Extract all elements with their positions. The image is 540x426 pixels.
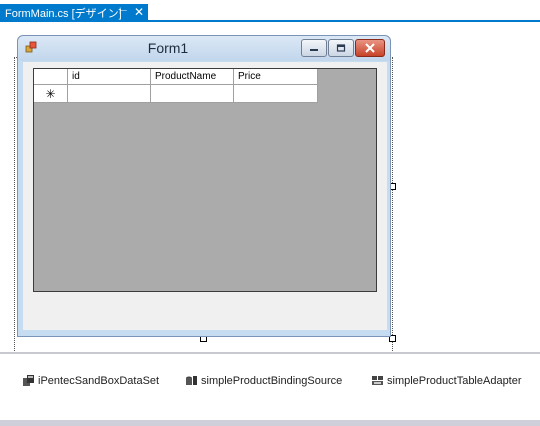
minimize-icon: [310, 49, 318, 51]
component-tray: iPentecSandBoxDataSet simpleProductBindi…: [0, 354, 540, 426]
form-client-area: id ProductName Price ✳: [23, 62, 387, 330]
tab-title: FormMain.cs [デザイン]: [5, 8, 122, 20]
form-window[interactable]: Form1 id ProductName Price ✳: [17, 35, 391, 337]
tray-item-bindingsource[interactable]: simpleProductBindingSource: [185, 374, 342, 387]
form-title: Form1: [147, 40, 189, 56]
dataset-icon: [23, 375, 34, 386]
binding-source-icon: [186, 376, 197, 385]
cell-id-new[interactable]: [68, 85, 151, 103]
table-adapter-icon: [372, 376, 383, 385]
tray-item-dataset[interactable]: iPentecSandBoxDataSet: [22, 374, 159, 387]
cell-productname-new[interactable]: [151, 85, 234, 103]
pin-icon[interactable]: ⊢: [119, 6, 128, 17]
minimize-button[interactable]: [301, 39, 327, 57]
form-titlebar: Form1: [18, 36, 390, 61]
close-button[interactable]: [355, 39, 385, 57]
document-tab-strip: FormMain.cs [デザイン] ⊢ ✕: [0, 0, 540, 22]
grid-corner-header[interactable]: [34, 69, 68, 85]
close-tab-icon[interactable]: ✕: [134, 5, 144, 19]
maximize-button[interactable]: [328, 39, 354, 57]
tray-item-label: simpleProductTableAdapter: [387, 374, 522, 387]
data-grid-view[interactable]: id ProductName Price ✳: [33, 68, 377, 292]
column-header-productname[interactable]: ProductName: [151, 69, 234, 85]
column-header-id[interactable]: id: [68, 69, 151, 85]
tray-bottom-border: [0, 420, 540, 426]
column-header-price[interactable]: Price: [234, 69, 318, 85]
cell-price-new[interactable]: [234, 85, 318, 103]
tray-item-label: simpleProductBindingSource: [201, 374, 343, 387]
tray-item-label: iPentecSandBoxDataSet: [38, 374, 160, 387]
new-row-marker[interactable]: ✳: [34, 85, 68, 103]
maximize-icon: [336, 44, 346, 52]
tray-item-tableadapter[interactable]: simpleProductTableAdapter: [371, 374, 522, 387]
close-icon: [365, 43, 375, 53]
designer-surface[interactable]: Form1 id ProductName Price ✳: [0, 22, 540, 363]
